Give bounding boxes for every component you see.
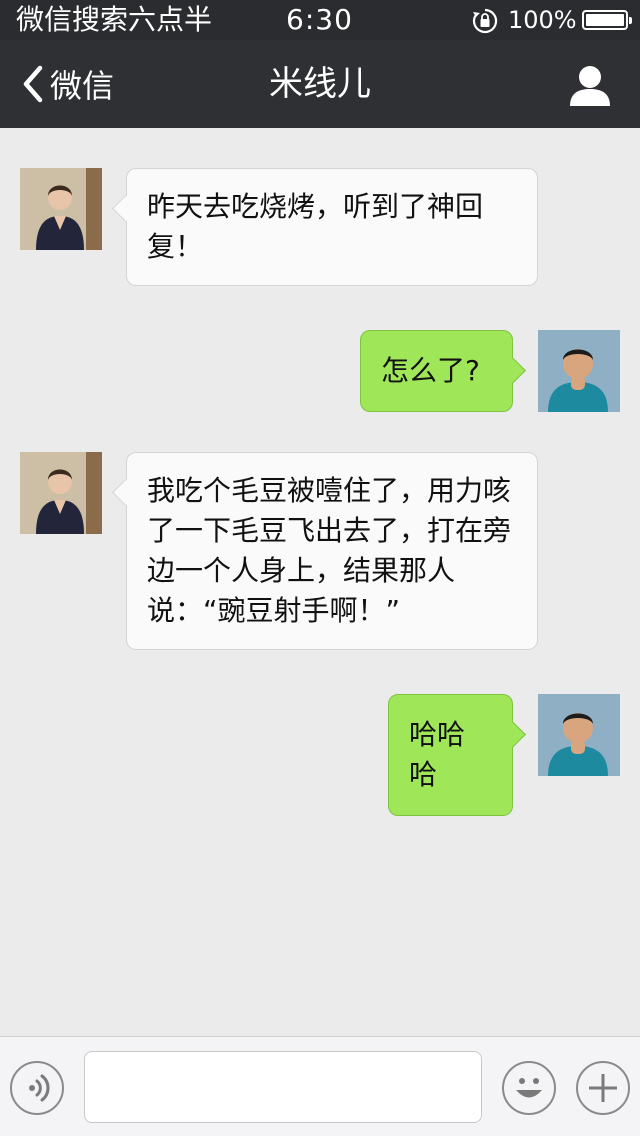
user-avatar[interactable] [538,330,620,412]
rotation-lock-icon [472,8,498,34]
battery-icon [582,10,632,30]
clock: 6:30 [286,3,353,36]
message-bubble-outgoing[interactable]: 哈哈哈 [388,694,526,816]
voice-icon [29,1074,50,1102]
message-bubble-outgoing[interactable]: 怎么了? [360,330,526,412]
message-text: 昨天去吃烧烤，听到了神回复！ [147,190,484,263]
message-bubble-incoming[interactable]: 我吃个毛豆被噎住了，用力咳了一下毛豆飞出去了，打在旁边一个人身上，结果那人说：“… [112,452,538,650]
status-bar: 微信搜索六点半 6:30 100% [0,0,640,40]
message-text: 我吃个毛豆被噎住了，用力咳了一下毛豆飞出去了，打在旁边一个人身上，结果那人说：“… [147,474,512,627]
emoji-button[interactable] [502,1061,556,1115]
message-input[interactable] [84,1051,482,1123]
emoji-icon [516,1078,542,1098]
plus-icon [589,1074,617,1102]
profile-icon[interactable] [566,62,614,110]
user-avatar[interactable] [538,694,620,776]
page-title: 米线儿 [269,64,371,104]
contact-avatar[interactable] [20,452,102,534]
input-bar [0,1036,640,1136]
carrier-label: 微信搜索六点半 [16,3,213,36]
nav-bar: 微信 米线儿 [0,40,640,128]
message-text: 怎么了? [381,354,480,387]
message-text: 哈哈哈 [409,718,466,791]
message-bubble-incoming[interactable]: 昨天去吃烧烤，听到了神回复！ [112,168,538,286]
chat-area[interactable]: 昨天去吃烧烤，听到了神回复！ 怎么了? 我吃个毛豆被噎住了，用力咳了一下毛豆飞出… [0,128,640,1036]
contact-avatar[interactable] [20,168,102,250]
more-button[interactable] [576,1061,630,1115]
voice-button[interactable] [10,1061,64,1115]
battery-percentage: 100% [508,6,577,34]
